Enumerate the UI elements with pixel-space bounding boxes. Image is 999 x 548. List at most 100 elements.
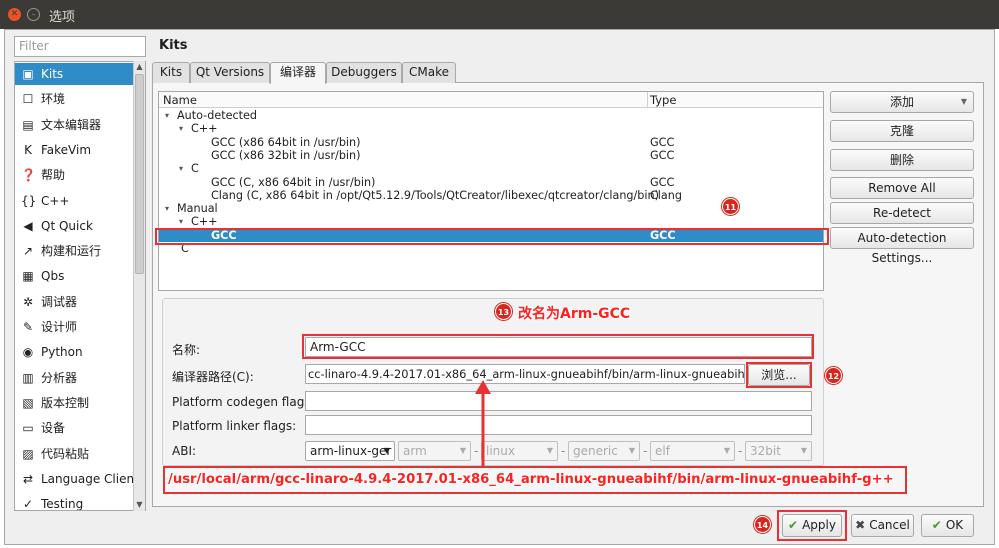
sidebar-item[interactable]: K FakeVim: [15, 139, 135, 161]
tree-row[interactable]: ▾ C++: [159, 215, 823, 229]
filter-input[interactable]: Filter: [14, 36, 146, 57]
expand-arrow-icon[interactable]: ▾: [179, 162, 183, 175]
sidebar-item[interactable]: ⇄ Language Client: [15, 468, 139, 490]
fakevim-icon: K: [24, 142, 32, 157]
sidebar-item-label: FakeVim: [41, 142, 92, 157]
tree-row-type: GCC: [650, 175, 675, 189]
chevron-down-icon: ▼: [960, 97, 967, 106]
qtquick-icon: ◀: [23, 218, 33, 233]
debugger-icon: ✲: [22, 294, 34, 309]
clone-button[interactable]: 克隆: [830, 120, 974, 142]
page-title: Kits: [159, 38, 188, 53]
annotation-badge-13: 13: [495, 303, 512, 320]
sidebar-item[interactable]: ✎ 设计师: [15, 316, 135, 338]
tree-row-name: GCC (x86 32bit in /usr/bin): [211, 148, 361, 162]
annotation-arrow: [475, 380, 491, 466]
chevron-down-icon: ▼: [546, 446, 553, 455]
scroll-down-arrow-icon[interactable]: ▼: [134, 499, 145, 511]
sidebar-item-label: 环境: [41, 92, 66, 107]
minimize-window-icon[interactable]: –: [27, 8, 40, 21]
compiler-path-field[interactable]: cc-linaro-4.9.4-2017.01-x86_64_arm-linux…: [305, 364, 745, 384]
sidebar-item-label: 代码粘贴: [41, 446, 90, 461]
tree-row-name: Clang (C, x86 64bit in /opt/Qt5.12.9/Too…: [211, 188, 659, 202]
add-button[interactable]: 添加 ▼: [830, 91, 974, 113]
sidebar-item[interactable]: {} C++: [15, 190, 135, 212]
version-control-icon: ▧: [22, 395, 34, 410]
tab-compilers[interactable]: 编译器: [270, 62, 326, 84]
expand-arrow-icon[interactable]: ▾: [165, 202, 169, 215]
redetect-button[interactable]: Re-detect: [830, 202, 974, 224]
sidebar-item[interactable]: ◀ Qt Quick: [15, 215, 135, 237]
designer-icon: ✎: [22, 320, 34, 334]
ok-button[interactable]: ✔ OK: [921, 514, 974, 537]
category-scrollbar[interactable]: ▲ ▼: [133, 61, 145, 511]
cancel-button[interactable]: ✖ Cancel: [851, 514, 914, 537]
tab-debuggers[interactable]: Debuggers: [326, 62, 402, 83]
sidebar-item[interactable]: ☐ 环境: [15, 88, 135, 110]
text-editor-icon: ▤: [22, 117, 34, 132]
sidebar-item-label: Kits: [41, 67, 64, 81]
sidebar-item-label: 分析器: [41, 370, 78, 385]
expand-arrow-icon[interactable]: ▾: [179, 215, 183, 228]
expand-arrow-icon[interactable]: ▾: [165, 109, 169, 122]
sidebar-item-label: Qbs: [41, 269, 65, 284]
remove-all-button[interactable]: Remove All: [830, 177, 974, 199]
tree-row-name: C++: [191, 215, 218, 229]
abi-width-value: 32bit: [750, 444, 781, 458]
tab-qt-versions[interactable]: Qt Versions: [190, 62, 270, 83]
sidebar-item-label: 帮助: [41, 168, 66, 183]
linker-flags-field[interactable]: [305, 415, 812, 435]
scroll-up-arrow-icon[interactable]: ▲: [134, 61, 145, 73]
abi-separator: -: [561, 444, 566, 458]
sidebar-item[interactable]: ✓ Testing: [15, 493, 135, 511]
sidebar-item[interactable]: ▨ 代码粘贴: [15, 443, 135, 465]
sidebar-item-label: Qt Quick: [41, 218, 93, 233]
column-header-type[interactable]: Type: [650, 93, 676, 107]
sidebar-item[interactable]: ▦ Qbs: [15, 265, 135, 287]
expand-arrow-icon[interactable]: ▾: [179, 122, 183, 135]
remove-button[interactable]: 删除: [830, 149, 974, 171]
tree-row[interactable]: ▾ C: [159, 162, 823, 175]
sidebar-item[interactable]: ◉ Python: [15, 341, 135, 363]
tree-row[interactable]: ▾ C++: [159, 122, 823, 136]
linker-flags-label: Platform linker flags:: [172, 419, 297, 433]
abi-flavor-select[interactable]: generic ▼: [568, 441, 640, 461]
cancel-x-icon: ✖: [855, 518, 866, 532]
annotation-rename-note: 改名为Arm-GCC: [518, 306, 631, 322]
sidebar-item[interactable]: ❓ 帮助: [15, 164, 135, 186]
abi-width-select[interactable]: 32bit ▼: [745, 441, 812, 461]
tree-row-name: Auto-detected: [177, 109, 257, 122]
sidebar-item[interactable]: ✲ 调试器: [15, 291, 135, 313]
scroll-thumb[interactable]: [135, 74, 144, 274]
annotation-badge-12: 12: [825, 367, 842, 384]
sidebar-item[interactable]: ▤ 文本编辑器: [15, 114, 135, 136]
abi-architecture-select[interactable]: arm ▼: [398, 441, 471, 461]
tab-cmake[interactable]: CMake: [402, 62, 456, 83]
codegen-flags-field[interactable]: [305, 391, 812, 411]
apply-button[interactable]: ✔ Apply: [782, 514, 842, 537]
sidebar-item-label: 文本编辑器: [41, 117, 102, 132]
tab-kits[interactable]: Kits: [152, 62, 190, 83]
tree-row[interactable]: GCC (x86 64bit in /usr/bin) GCC: [159, 136, 823, 149]
abi-select-value: arm-linux-ger: [310, 444, 392, 458]
column-header-name[interactable]: Name: [163, 93, 197, 107]
auto-detection-settings-button[interactable]: Auto-detection Settings...: [830, 227, 974, 265]
sidebar-item[interactable]: ▥ 分析器: [15, 367, 135, 389]
qbs-icon: ▦: [22, 269, 34, 284]
sidebar-item-label: Language Client: [41, 471, 139, 486]
sidebar-item[interactable]: ↗ 构建和运行: [15, 240, 135, 262]
sidebar-item[interactable]: ▧ 版本控制: [15, 392, 135, 414]
tree-row-type: Clang: [650, 188, 682, 202]
tree-row[interactable]: GCC (x86 32bit in /usr/bin) GCC: [159, 148, 823, 162]
testing-icon: ✓: [22, 497, 34, 511]
abi-format-select[interactable]: elf ▼: [650, 441, 735, 461]
sidebar-item[interactable]: ▭ 设备: [15, 417, 135, 439]
tree-row[interactable]: ▾ Auto-detected: [159, 109, 823, 122]
abi-select[interactable]: arm-linux-ger ▼: [305, 441, 395, 461]
tree-row[interactable]: GCC (C, x86 64bit in /usr/bin) GCC: [159, 175, 823, 189]
code-paste-icon: ▨: [22, 446, 34, 461]
tree-row-name: C++: [191, 122, 218, 136]
close-window-icon[interactable]: ✕: [8, 8, 21, 21]
abi-architecture-value: arm: [403, 444, 427, 458]
sidebar-item[interactable]: ▣ Kits: [15, 63, 135, 85]
